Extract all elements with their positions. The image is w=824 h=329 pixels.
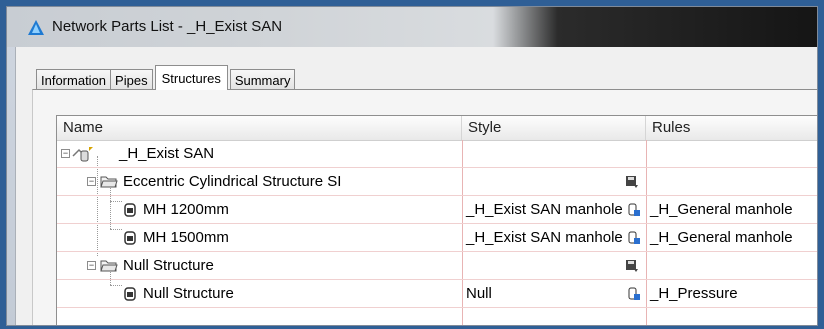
rules-value[interactable]: _H_General manhole bbox=[646, 224, 816, 252]
column-header-name[interactable]: Name bbox=[57, 116, 462, 140]
edit-style-icon[interactable] bbox=[627, 287, 641, 301]
tree-node-label: MH 1500mm bbox=[143, 229, 229, 246]
tree-node-label: MH 1200mm bbox=[143, 201, 229, 218]
structure-icon bbox=[124, 231, 136, 245]
structures-panel: Name Style Rules − _H_Exist SAN − Eccent… bbox=[32, 89, 817, 325]
tree-node-label: _H_Exist SAN bbox=[119, 145, 215, 162]
window-title: Network Parts List - _H_Exist SAN bbox=[52, 18, 283, 35]
edit-style-icon[interactable] bbox=[627, 231, 641, 245]
collapse-toggle[interactable]: − bbox=[61, 149, 70, 158]
dialog-window: Network Parts List - _H_Exist SAN Inform… bbox=[6, 6, 818, 326]
style-value[interactable]: _H_Exist SAN manhole bbox=[462, 196, 626, 224]
save-icon[interactable] bbox=[625, 259, 639, 273]
tab-structures[interactable]: Structures bbox=[154, 65, 228, 90]
rules-value[interactable]: _H_Pressure bbox=[646, 280, 816, 308]
tree-node-label: Null Structure bbox=[123, 257, 214, 274]
style-value[interactable]: _H_Exist SAN manhole bbox=[462, 224, 626, 252]
tab-strip: Information Pipes Structures Summary bbox=[36, 64, 296, 90]
row-divider bbox=[57, 307, 817, 308]
tree-row-structure[interactable]: MH 1500mm _H_Exist SAN manhole _H_Genera… bbox=[57, 224, 817, 252]
collapse-toggle[interactable]: − bbox=[87, 261, 96, 270]
tree-row-structure[interactable]: Null Structure Null _H_Pressure bbox=[57, 280, 817, 308]
rules-value[interactable]: _H_General manhole bbox=[646, 196, 816, 224]
structures-grid: Name Style Rules − _H_Exist SAN − Eccent… bbox=[56, 115, 817, 325]
tree-row-structure[interactable]: MH 1200mm _H_Exist SAN manhole _H_Genera… bbox=[57, 196, 817, 224]
folder-icon bbox=[100, 260, 118, 272]
folder-icon bbox=[100, 176, 118, 188]
title-bar[interactable]: Network Parts List - _H_Exist SAN bbox=[7, 7, 817, 47]
collapse-toggle[interactable]: − bbox=[87, 177, 96, 186]
tree-row-network[interactable]: − _H_Exist SAN bbox=[57, 140, 817, 168]
network-icon bbox=[72, 147, 93, 162]
tree-node-label: Eccentric Cylindrical Structure SI bbox=[123, 173, 342, 190]
grid-header: Name Style Rules bbox=[57, 116, 817, 141]
app-icon bbox=[28, 20, 44, 35]
tab-pipes[interactable]: Pipes bbox=[110, 69, 153, 90]
dialog-client-area: Information Pipes Structures Summary Nam… bbox=[15, 47, 817, 325]
tab-information[interactable]: Information bbox=[36, 69, 112, 90]
tab-summary[interactable]: Summary bbox=[229, 69, 296, 90]
column-header-rules[interactable]: Rules bbox=[646, 116, 817, 140]
tree-row-part-family[interactable]: − Null Structure bbox=[57, 252, 817, 280]
style-value[interactable]: Null bbox=[462, 280, 626, 308]
structure-icon bbox=[124, 203, 136, 217]
structure-icon bbox=[124, 287, 136, 301]
tree-row-part-family[interactable]: − Eccentric Cylindrical Structure SI bbox=[57, 168, 817, 196]
save-icon[interactable] bbox=[625, 175, 639, 189]
tree-node-label: Null Structure bbox=[143, 285, 234, 302]
column-header-style[interactable]: Style bbox=[462, 116, 646, 140]
edit-style-icon[interactable] bbox=[627, 203, 641, 217]
